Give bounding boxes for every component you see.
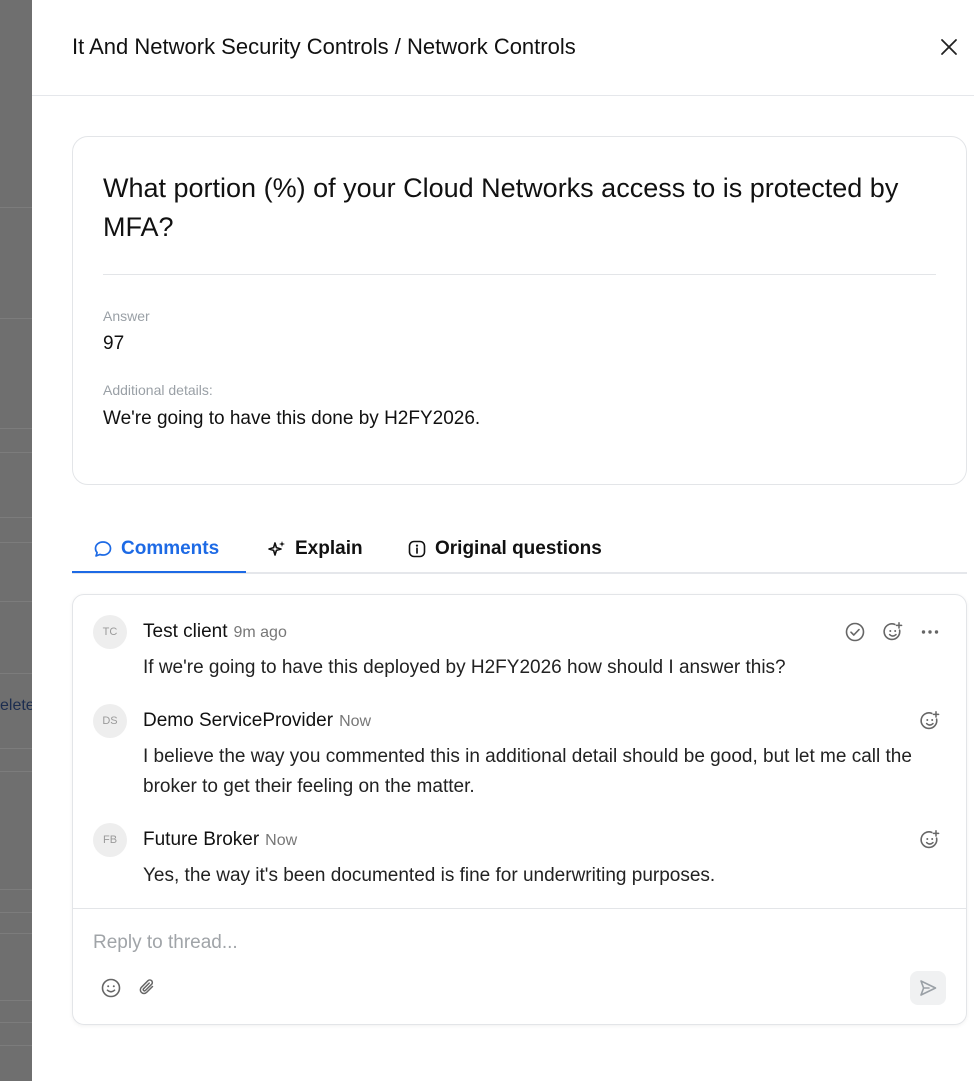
background-divider	[0, 542, 32, 543]
sparkles-icon	[268, 541, 285, 556]
background-divider	[0, 1022, 32, 1023]
background-divider	[0, 1045, 32, 1046]
send-button[interactable]	[910, 971, 946, 1005]
tab-bar: Comments Explain Original questions	[72, 528, 967, 574]
send-icon	[920, 980, 937, 996]
background-divider	[0, 912, 32, 913]
background-divider	[0, 933, 32, 934]
more-options-button[interactable]	[919, 621, 941, 643]
additional-details-value: We're going to have this done by H2FY202…	[103, 408, 481, 429]
close-button[interactable]	[938, 36, 960, 58]
background-link-text: elete	[0, 697, 32, 714]
question-divider	[103, 274, 936, 275]
comment-body: If we're going to have this deployed by …	[143, 657, 786, 678]
question-card: What portion (%) of your Cloud Networks …	[72, 136, 967, 485]
background-divider	[0, 428, 32, 429]
comment-author-line: Test client 9m ago	[143, 621, 287, 643]
active-tab-indicator	[72, 571, 246, 573]
resolve-button[interactable]	[844, 621, 866, 643]
background-divider	[0, 601, 32, 602]
tab-original-questions-label: Original questions	[435, 538, 602, 559]
question-text: What portion (%) of your Cloud Networks …	[103, 173, 899, 242]
background-divider	[0, 452, 32, 453]
paperclip-icon	[139, 979, 154, 995]
reply-divider	[73, 908, 966, 909]
comment-body: Yes, the way it's been documented is fin…	[143, 865, 716, 886]
avatar: TC	[93, 615, 127, 649]
avatar: DS	[93, 704, 127, 738]
background-divider	[0, 771, 32, 772]
add-reaction-button[interactable]	[882, 621, 904, 643]
answer-value: 97	[103, 333, 125, 354]
comment-time: 9m ago	[233, 624, 287, 641]
comment-author: Future Broker	[143, 829, 260, 850]
emoji-add-icon	[883, 622, 903, 641]
more-horizontal-icon	[921, 630, 939, 634]
drawer-title: It And Network Security Controls / Netwo…	[72, 34, 576, 59]
background-divider	[0, 318, 32, 319]
background-divider	[0, 207, 32, 208]
info-icon	[408, 540, 426, 558]
check-circle-icon	[845, 622, 865, 642]
tab-explain[interactable]: Explain	[267, 536, 363, 562]
comment-time: Now	[339, 713, 372, 730]
background-divider	[0, 673, 32, 674]
comment-time: Now	[265, 832, 298, 849]
emoji-add-icon	[920, 830, 940, 849]
background-divider	[0, 517, 32, 518]
close-icon	[941, 39, 957, 55]
background-divider	[0, 1000, 32, 1001]
comment-author: Demo ServiceProvider	[143, 710, 334, 731]
drawer-header: It And Network Security Controls / Netwo…	[32, 0, 974, 96]
avatar: FB	[93, 823, 127, 857]
smiley-icon	[101, 978, 121, 998]
comment-author: Test client	[143, 621, 228, 642]
chat-bubble-icon	[94, 541, 112, 557]
tab-original-questions[interactable]: Original questions	[407, 536, 602, 562]
answer-label: Answer	[103, 308, 150, 324]
attach-file-button[interactable]	[137, 977, 159, 999]
tab-explain-label: Explain	[295, 538, 363, 559]
tab-comments[interactable]: Comments	[93, 536, 219, 562]
background-divider	[0, 748, 32, 749]
emoji-add-icon	[920, 711, 940, 730]
add-reaction-button[interactable]	[919, 829, 941, 851]
background-divider	[0, 889, 32, 890]
comment-author-line: Demo ServiceProvider Now	[143, 710, 371, 732]
comment-thread: TC Test client 9m ago If we're going to …	[72, 594, 967, 1025]
reply-input[interactable]	[93, 928, 913, 958]
background-overlay[interactable]: elete	[0, 0, 32, 1081]
tab-comments-label: Comments	[121, 538, 220, 559]
emoji-button[interactable]	[100, 977, 122, 999]
comment-author-line: Future Broker Now	[143, 829, 297, 851]
comment-body: I believe the way you commented this in …	[143, 746, 912, 797]
side-drawer: It And Network Security Controls / Netwo…	[32, 0, 974, 1081]
additional-details-label: Additional details:	[103, 382, 213, 398]
add-reaction-button[interactable]	[919, 710, 941, 732]
